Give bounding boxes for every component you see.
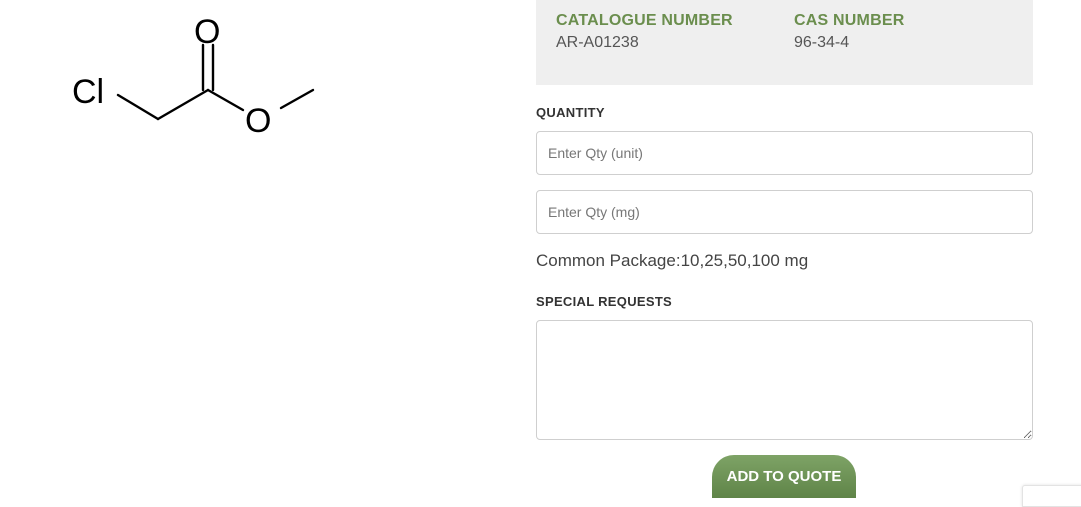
cas-number-block: CAS NUMBER 96-34-4 (794, 12, 904, 52)
product-info-panel: CATALOGUE NUMBER AR-A01238 CAS NUMBER 96… (536, 0, 1033, 85)
bond-c-o (206, 88, 245, 112)
special-requests-textarea[interactable] (536, 320, 1033, 440)
molecule-diagram: Cl O O (72, 13, 315, 140)
qty-unit-input[interactable] (536, 131, 1033, 175)
atom-oxygen-ester: O (245, 102, 271, 140)
chemical-structure-image: Cl O O (60, 0, 330, 150)
add-to-quote-button[interactable]: ADD TO QUOTE (712, 455, 856, 498)
atom-oxygen-carbonyl: O (194, 13, 220, 51)
qty-mg-input[interactable] (536, 190, 1033, 234)
catalogue-number-label: CATALOGUE NUMBER (556, 12, 733, 29)
common-package-text: Common Package:10,25,50,100 mg (536, 251, 809, 270)
atom-chlorine: Cl (72, 73, 104, 111)
catalogue-number-block: CATALOGUE NUMBER AR-A01238 (556, 12, 733, 52)
quantity-label: QUANTITY (536, 105, 605, 120)
bond-o-ch3 (279, 88, 315, 110)
special-requests-label: SPECIAL REQUESTS (536, 294, 673, 309)
bond-cl-c (116, 93, 160, 121)
cas-number-value: 96-34-4 (794, 34, 850, 51)
corner-widget[interactable] (1022, 485, 1081, 507)
catalogue-number-value: AR-A01238 (556, 34, 639, 51)
bond-c-c (156, 88, 210, 121)
cas-number-label: CAS NUMBER (794, 12, 905, 29)
